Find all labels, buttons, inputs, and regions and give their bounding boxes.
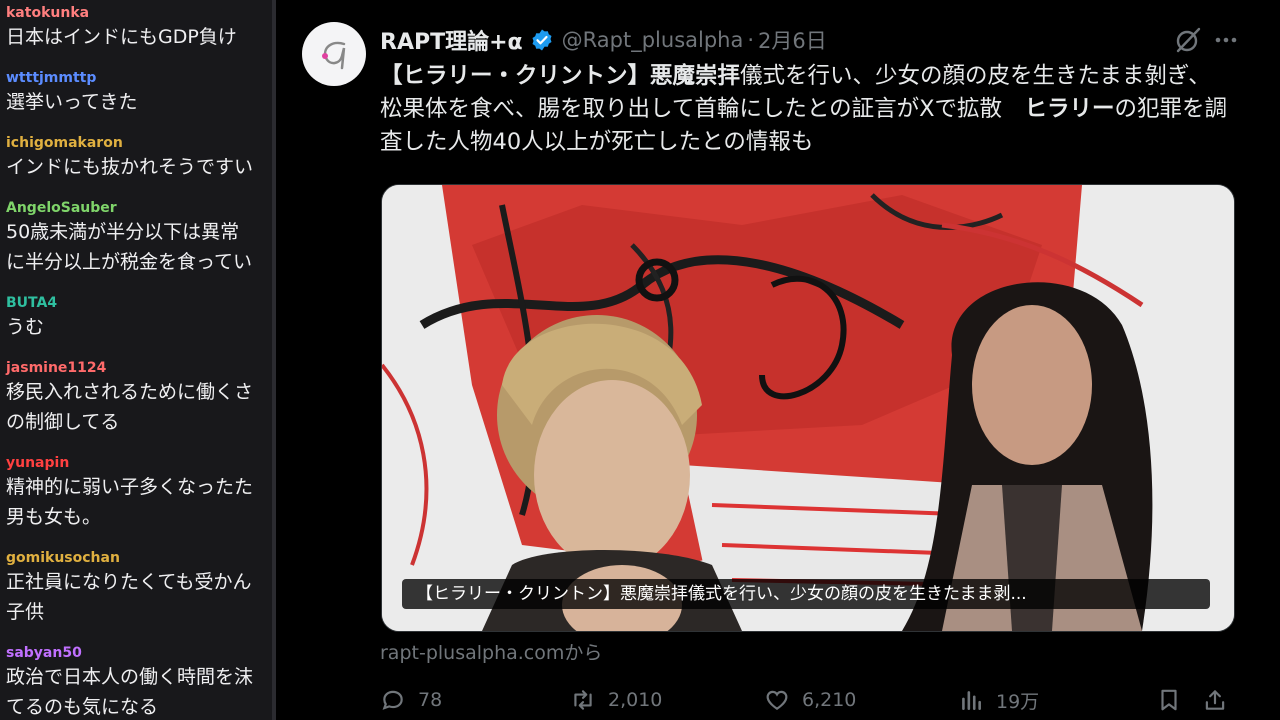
verified-badge-icon: [532, 29, 552, 51]
chat-username[interactable]: ichigomakaron: [6, 130, 272, 152]
chat-text: 政治で日本人の働く時間を沫 てるのも気になる: [6, 666, 254, 718]
chat-message: gomikusochan 正社員になりたくても受かん 子供: [0, 545, 272, 640]
chat-message: sabyan50 政治で日本人の働く時間を沫 てるのも気になる: [0, 640, 272, 720]
avatar[interactable]: [302, 22, 366, 86]
grok-icon[interactable]: [1174, 26, 1202, 54]
retweet-icon: [574, 690, 592, 710]
post-date[interactable]: 2月6日: [758, 25, 827, 55]
media-caption: 【ヒラリー・クリントン】悪魔崇拝儀式を行い、少女の顔の皮を生きたまま剥...: [402, 579, 1210, 609]
action-bar: 78 2,010 6,210 19万: [380, 682, 1232, 718]
chat-text: 日本はインドにもGDP負け: [6, 26, 237, 48]
views-button[interactable]: 19万: [958, 682, 1039, 718]
chat-message: katokunka 日本はインドにもGDP負け: [0, 0, 272, 65]
chat-message: BUTA4 うむ: [0, 290, 272, 355]
bookmark-icon: [1161, 689, 1177, 711]
tweet[interactable]: RAPT理論+α @Rapt_plusalpha · 2月6日 【ヒラリー・クリ…: [276, 0, 1280, 720]
link-source[interactable]: rapt-plusalpha.comから: [380, 638, 602, 665]
display-name[interactable]: RAPT理論+α: [380, 24, 523, 56]
chat-message: jasmine1124 移民入れされるために働くさ の制御してる: [0, 355, 272, 450]
chat-text: 選挙いってきた: [6, 91, 138, 113]
separator: ·: [747, 28, 755, 52]
reply-button[interactable]: 78: [380, 682, 442, 718]
tweet-header: RAPT理論+α @Rapt_plusalpha · 2月6日: [380, 24, 827, 56]
tweet-text-bold-1[interactable]: 【ヒラリー・クリントン】悪魔崇拝: [380, 63, 740, 89]
chat-username[interactable]: jasmine1124: [6, 355, 272, 377]
bookmark-button[interactable]: [1156, 682, 1194, 718]
retweet-button[interactable]: 2,010: [570, 682, 662, 718]
reply-icon: [382, 690, 403, 710]
more-options-icon[interactable]: [1212, 26, 1240, 54]
chat-username[interactable]: yunapin: [6, 450, 272, 472]
chat-text: 移民入れされるために働くさ の制御してる: [6, 381, 254, 433]
share-icon: [1205, 690, 1225, 710]
chat-message: ichigomakaron インドにも抜かれそうですい: [0, 130, 272, 195]
chat-username[interactable]: katokunka: [6, 0, 272, 22]
media-image: [382, 185, 1234, 631]
tweet-text-bold-2[interactable]: ヒラリー: [1025, 96, 1115, 122]
share-button[interactable]: [1202, 682, 1240, 718]
chat-text: 正社員になりたくても受かん 子供: [6, 571, 252, 623]
views-count: 19万: [996, 690, 1040, 713]
chat-text: 50歳未満が半分以下は異常 に半分以上が税金を食ってい: [6, 221, 253, 273]
reply-count: 78: [418, 689, 443, 711]
handle[interactable]: @Rapt_plusalpha: [562, 28, 744, 52]
chat-message: wtttjmmttp 選挙いってきた: [0, 65, 272, 130]
like-button[interactable]: 6,210: [764, 682, 856, 718]
media-card[interactable]: 【ヒラリー・クリントン】悪魔崇拝儀式を行い、少女の顔の皮を生きたまま剥...: [381, 184, 1235, 632]
logo-icon: [322, 41, 346, 70]
chat-text: インドにも抜かれそうですい: [6, 156, 254, 178]
chat-username[interactable]: sabyan50: [6, 640, 272, 662]
views-icon: [962, 691, 981, 710]
retweet-count: 2,010: [608, 689, 663, 711]
chat-message: AngeloSauber 50歳未満が半分以下は異常 に半分以上が税金を食ってい: [0, 195, 272, 290]
chat-username[interactable]: AngeloSauber: [6, 195, 272, 217]
chat-username[interactable]: BUTA4: [6, 290, 272, 312]
chat-text: 精神的に弱い子多くなったた 男も女も。: [6, 476, 254, 528]
chat-username[interactable]: gomikusochan: [6, 545, 272, 567]
chat-panel: katokunka 日本はインドにもGDP負け wtttjmmttp 選挙いってきた i…: [0, 0, 272, 720]
chat-username[interactable]: wtttjmmttp: [6, 65, 272, 87]
chat-message: yunapin 精神的に弱い子多くなったた 男も女も。: [0, 450, 272, 545]
heart-icon: [766, 690, 788, 710]
tweet-text: 【ヒラリー・クリントン】悪魔崇拝儀式を行い、少女の顔の皮を生きたまま剝ぎ、松果体…: [380, 60, 1230, 159]
chat-text: うむ: [6, 316, 45, 338]
like-count: 6,210: [802, 689, 857, 711]
